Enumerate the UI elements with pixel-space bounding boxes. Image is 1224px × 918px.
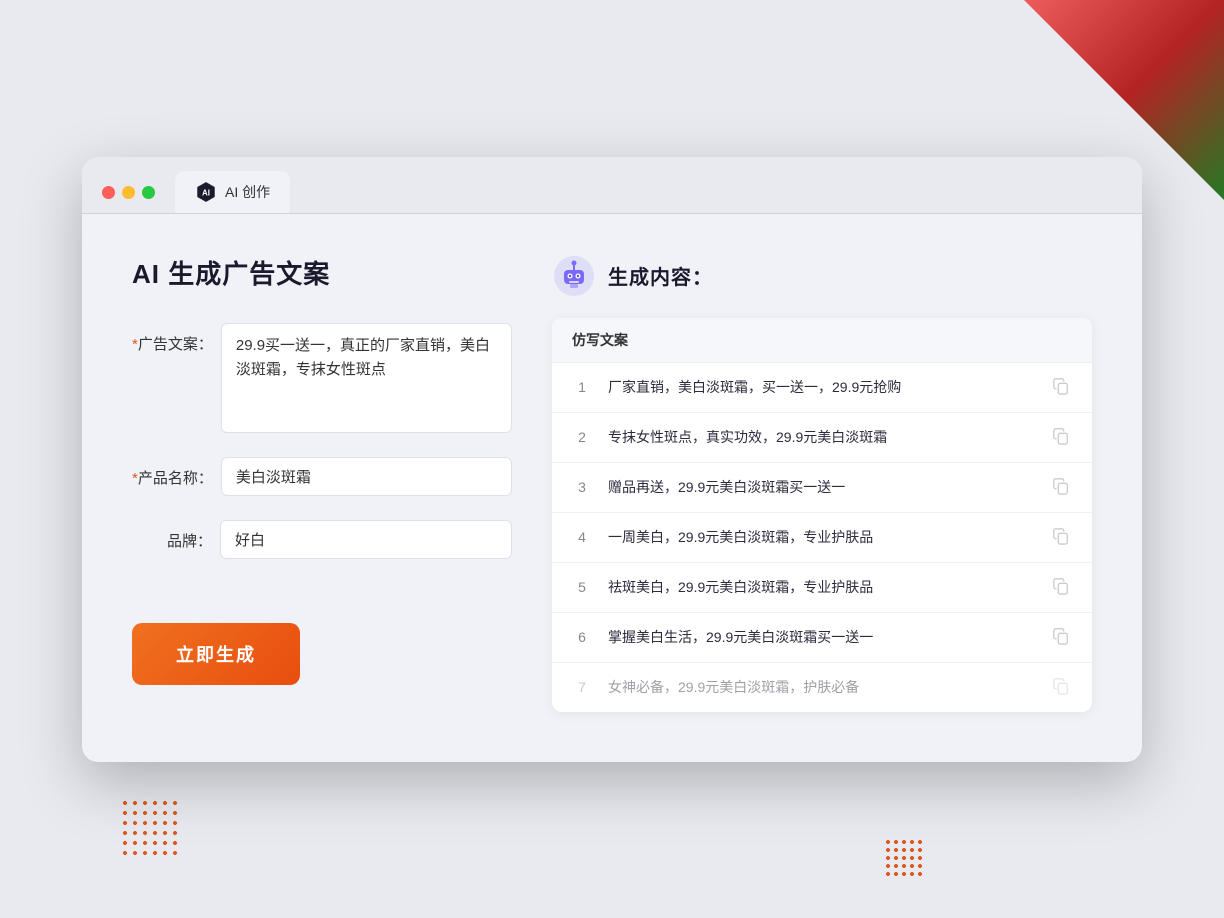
close-button[interactable] [102, 186, 115, 199]
left-panel: AI 生成广告文案 *广告文案： 29.9买一送一，真正的厂家直销，美白淡斑霜，… [132, 254, 512, 685]
copy-icon[interactable] [1052, 627, 1072, 647]
ad-copy-group: *广告文案： 29.9买一送一，真正的厂家直销，美白淡斑霜，专抹女性斑点 [132, 323, 512, 433]
ad-copy-label: *广告文案： [132, 323, 213, 354]
result-title: 生成内容： [608, 261, 713, 290]
browser-window: AI AI 创作 AI 生成广告文案 *广告文案： 29.9买一送一，真正的厂家… [82, 157, 1142, 762]
row-text: 祛斑美白，29.9元美白淡斑霜，专业护肤品 [608, 577, 1036, 598]
row-text: 专抹女性斑点，真实功效，29.9元美白淡斑霜 [608, 427, 1036, 448]
result-table-header: 仿写文案 [552, 318, 1092, 363]
bg-decoration-dots [120, 798, 180, 858]
svg-text:AI: AI [202, 188, 210, 197]
row-text: 厂家直销，美白淡斑霜，买一送一，29.9元抢购 [608, 377, 1036, 398]
table-row: 1 厂家直销，美白淡斑霜，买一送一，29.9元抢购 [552, 363, 1092, 413]
active-tab[interactable]: AI AI 创作 [175, 171, 290, 213]
maximize-button[interactable] [142, 186, 155, 199]
traffic-lights [102, 186, 155, 213]
copy-icon[interactable] [1052, 527, 1072, 547]
copy-icon[interactable] [1052, 477, 1072, 497]
table-row: 5 祛斑美白，29.9元美白淡斑霜，专业护肤品 [552, 563, 1092, 613]
copy-icon[interactable] [1052, 427, 1072, 447]
copy-icon[interactable] [1052, 377, 1072, 397]
product-name-group: *产品名称： [132, 457, 512, 496]
copy-icon[interactable] [1052, 677, 1072, 697]
robot-icon [552, 254, 596, 298]
minimize-button[interactable] [122, 186, 135, 199]
table-row: 6 掌握美白生活，29.9元美白淡斑霜买一送一 [552, 613, 1092, 663]
row-text: 掌握美白生活，29.9元美白淡斑霜买一送一 [608, 627, 1036, 648]
brand-label: 品牌： [132, 520, 212, 551]
table-row: 7 女神必备，29.9元美白淡斑霜，护肤必备 [552, 663, 1092, 712]
row-number: 1 [572, 379, 592, 395]
table-row: 2 专抹女性斑点，真实功效，29.9元美白淡斑霜 [552, 413, 1092, 463]
generate-button[interactable]: 立即生成 [132, 623, 300, 685]
brand-group: 品牌： [132, 520, 512, 559]
bg-decoration-dots2 [884, 838, 924, 878]
row-number: 2 [572, 429, 592, 445]
tab-label: AI 创作 [225, 182, 270, 202]
row-text: 女神必备，29.9元美白淡斑霜，护肤必备 [608, 677, 1036, 698]
row-number: 4 [572, 529, 592, 545]
page-title: AI 生成广告文案 [132, 254, 512, 291]
row-number: 3 [572, 479, 592, 495]
row-number: 6 [572, 629, 592, 645]
copy-icon[interactable] [1052, 577, 1072, 597]
right-panel: 生成内容： 仿写文案 1 厂家直销，美白淡斑霜，买一送一，29.9元抢购 2 专抹女… [552, 254, 1092, 712]
row-text: 赠品再送，29.9元美白淡斑霜买一送一 [608, 477, 1036, 498]
row-number: 7 [572, 679, 592, 695]
result-table: 仿写文案 1 厂家直销，美白淡斑霜，买一送一，29.9元抢购 2 专抹女性斑点，真实… [552, 318, 1092, 712]
title-bar: AI AI 创作 [82, 157, 1142, 214]
brand-input[interactable] [220, 520, 512, 559]
row-number: 5 [572, 579, 592, 595]
result-header: 生成内容： [552, 254, 1092, 298]
row-text: 一周美白，29.9元美白淡斑霜，专业护肤品 [608, 527, 1036, 548]
table-row: 4 一周美白，29.9元美白淡斑霜，专业护肤品 [552, 513, 1092, 563]
table-row: 3 赠品再送，29.9元美白淡斑霜买一送一 [552, 463, 1092, 513]
main-content: AI 生成广告文案 *广告文案： 29.9买一送一，真正的厂家直销，美白淡斑霜，… [82, 214, 1142, 762]
product-name-label: *产品名称： [132, 457, 213, 488]
product-name-input[interactable] [221, 457, 512, 496]
ad-copy-input[interactable]: 29.9买一送一，真正的厂家直销，美白淡斑霜，专抹女性斑点 [221, 323, 512, 433]
ai-tab-icon: AI [195, 181, 217, 203]
result-rows: 1 厂家直销，美白淡斑霜，买一送一，29.9元抢购 2 专抹女性斑点，真实功效，29… [552, 363, 1092, 712]
